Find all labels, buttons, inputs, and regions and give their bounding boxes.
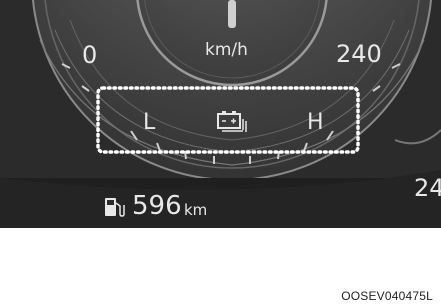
instrument-cluster-panel: km/h 0 240 L H 596 km 24 [0,0,441,228]
range-unit: km [184,201,208,219]
speed-scale-min: 0 [82,41,98,69]
figure-caption: OOSEV040475L [341,289,433,303]
battery-icon [217,111,247,132]
speed-unit-label: km/h [205,40,248,60]
gauge-low-label: L [143,110,156,135]
range-value: 596 [132,191,182,221]
speed-needle [228,0,236,28]
right-gauge-partial-value: 24 [414,174,441,202]
gauge-high-label: H [307,110,324,135]
fuel-pump-icon [105,198,125,217]
speed-scale-max: 240 [336,40,382,68]
